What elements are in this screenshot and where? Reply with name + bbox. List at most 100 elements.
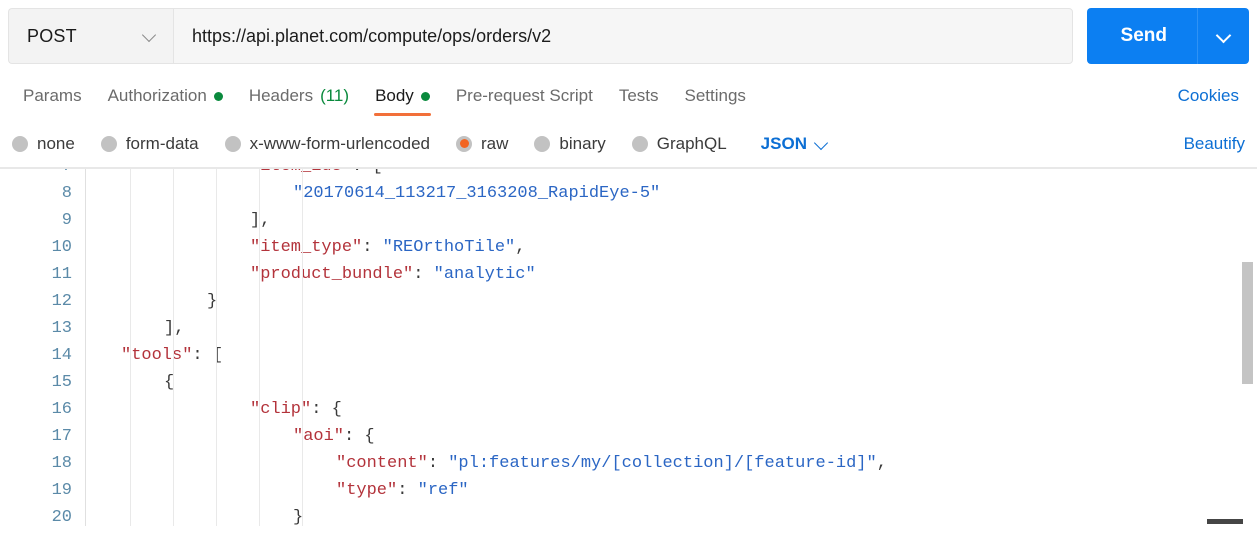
editor-line-number: 12	[51, 292, 72, 311]
tab-label: Body	[375, 86, 414, 105]
editor-line-code: "tools": [	[86, 346, 223, 365]
editor-line-code: "clip": {	[86, 400, 342, 419]
editor-line-number: 13	[51, 319, 72, 338]
editor-line[interactable]: 19 "type": "ref"	[0, 477, 1257, 504]
editor-horizontal-scrollbar[interactable]	[0, 516, 1257, 526]
editor-line-number: 9	[61, 211, 72, 230]
body-type-option-graphql[interactable]: GraphQL	[631, 134, 727, 154]
body-type-option-form-data[interactable]: form-data	[100, 134, 199, 154]
request-url-bar: POST https://api.planet.com/compute/ops/…	[0, 0, 1257, 72]
editor-line[interactable]: 9],	[0, 207, 1257, 234]
editor-line-code: }	[86, 292, 217, 311]
tab-pre-request-script[interactable]: Pre-request Script	[443, 72, 606, 120]
editor-horizontal-scrollbar-thumb[interactable]	[1207, 519, 1243, 524]
editor-line[interactable]: 15 {	[0, 369, 1257, 396]
body-type-option-raw[interactable]: raw	[456, 134, 508, 154]
code-token: {	[364, 427, 375, 446]
editor-line-code: "product_bundle": "analytic"	[86, 265, 536, 284]
radio-unselected-icon[interactable]	[12, 135, 28, 152]
send-options-button[interactable]	[1197, 8, 1249, 64]
editor-line-code: {	[86, 373, 174, 392]
editor-vertical-scrollbar-thumb[interactable]	[1242, 262, 1253, 384]
editor-line-number: 11	[51, 265, 72, 284]
editor-line[interactable]: 14 "tools": [	[0, 342, 1257, 369]
body-language-label: JSON	[760, 133, 807, 153]
tab-headers[interactable]: Headers (11)	[236, 72, 362, 120]
radio-unselected-icon[interactable]	[224, 135, 241, 152]
editor-line[interactable]: 16 "clip": {	[0, 396, 1257, 423]
radio-unselected-icon[interactable]	[631, 135, 648, 152]
http-method-select[interactable]: POST	[8, 8, 173, 64]
editor-line[interactable]: 8 "20170614_113217_3163208_RapidEye-5"	[0, 180, 1257, 207]
code-token: }	[207, 292, 218, 311]
editor-vertical-scrollbar[interactable]	[1242, 172, 1253, 510]
tab-status-dot-icon	[420, 91, 430, 101]
code-token: "item_type"	[250, 238, 363, 257]
code-token: :	[192, 346, 213, 365]
code-token: :	[397, 481, 418, 500]
code-token: "pl:features/my/[collection]/[feature-id…	[448, 454, 877, 473]
editor-line[interactable]: 13],	[0, 315, 1257, 342]
editor-line[interactable]: 11 "product_bundle": "analytic"	[0, 261, 1257, 288]
editor-line-number: 8	[61, 184, 72, 203]
tab-count-badge: (11)	[320, 86, 350, 105]
tab-tests[interactable]: Tests	[606, 72, 672, 120]
request-body-editor[interactable]: 7"item_ids": [ 8 "20170614_113217_3163208_…	[0, 168, 1257, 526]
code-token: "20170614_113217_3163208_RapidEye-5"	[293, 184, 661, 203]
editor-line-number: 7	[0, 168, 86, 176]
send-button[interactable]: Send	[1086, 8, 1197, 64]
url-input[interactable]: https://api.planet.com/compute/ops/order…	[173, 8, 1073, 64]
editor-line-code: "20170614_113217_3163208_RapidEye-5"	[86, 184, 660, 203]
editor-line-number: 15	[51, 373, 72, 392]
tab-label: Headers	[248, 86, 314, 105]
code-token: "product_bundle"	[250, 265, 414, 284]
beautify-link[interactable]: Beautify	[1184, 134, 1245, 154]
tab-label: Params	[23, 86, 82, 105]
chevron-down-icon	[1217, 29, 1231, 43]
editor-line-code: "item_type": "REOrthoTile",	[86, 238, 525, 257]
editor-scroll-area[interactable]: 7"item_ids": [ 8 "20170614_113217_3163208_…	[0, 168, 1257, 526]
chevron-down-icon	[815, 137, 829, 151]
code-token: [	[212, 346, 224, 365]
code-token: "type"	[336, 481, 398, 500]
code-token: :	[362, 238, 383, 257]
body-type-option-label: raw	[481, 133, 509, 153]
editor-line-code: "type": "ref"	[86, 481, 469, 500]
code-token: ],	[250, 211, 271, 230]
editor-line-code: ],	[86, 211, 270, 230]
code-token: "REOrthoTile"	[382, 238, 516, 257]
editor-line[interactable]: 12}	[0, 288, 1257, 315]
tab-authorization[interactable]: Authorization	[95, 72, 236, 120]
tab-label: Tests	[618, 86, 659, 105]
body-language-select[interactable]: JSON	[761, 134, 829, 154]
radio-unselected-icon[interactable]	[534, 135, 551, 152]
tab-label: Settings	[684, 86, 746, 105]
editor-line[interactable]: 10 "item_type": "REOrthoTile",	[0, 234, 1257, 261]
cookies-link[interactable]: Cookies	[1178, 72, 1245, 120]
editor-line-code: "aoi": {	[86, 427, 375, 446]
tab-params[interactable]: Params	[10, 72, 95, 120]
body-type-option-x-www-form-urlencoded[interactable]: x-www-form-urlencoded	[224, 134, 430, 154]
tab-body[interactable]: Body	[362, 72, 443, 120]
request-tabs: Params Authorization Headers (11) Body Pre-re…	[0, 72, 1257, 120]
code-token: :	[344, 427, 365, 446]
editor-line[interactable]: 17 "aoi": {	[0, 423, 1257, 450]
body-type-option-none[interactable]: none	[12, 134, 75, 154]
radio-selected-icon[interactable]	[456, 135, 473, 152]
body-type-option-binary[interactable]: binary	[534, 134, 606, 154]
editor-line[interactable]: 18 "content": "pl:features/my/[collection…	[0, 450, 1257, 477]
code-token: :	[311, 400, 332, 419]
tab-settings[interactable]: Settings	[672, 72, 759, 120]
radio-unselected-icon[interactable]	[100, 135, 117, 152]
editor-line-code: ],	[86, 319, 184, 338]
editor-line-number: 19	[51, 481, 72, 500]
tab-label: Pre-request Script	[455, 86, 593, 105]
editor-line-number: 17	[51, 427, 72, 446]
code-token: "ref"	[417, 481, 469, 500]
editor-line[interactable]: 7"item_ids": [	[0, 168, 1257, 180]
editor-line-code: "item_ids": [	[86, 168, 383, 176]
code-token: ,	[515, 238, 526, 257]
code-token: ],	[164, 319, 185, 338]
http-method-label: POST	[27, 25, 77, 46]
editor-line-number: 10	[51, 238, 72, 257]
